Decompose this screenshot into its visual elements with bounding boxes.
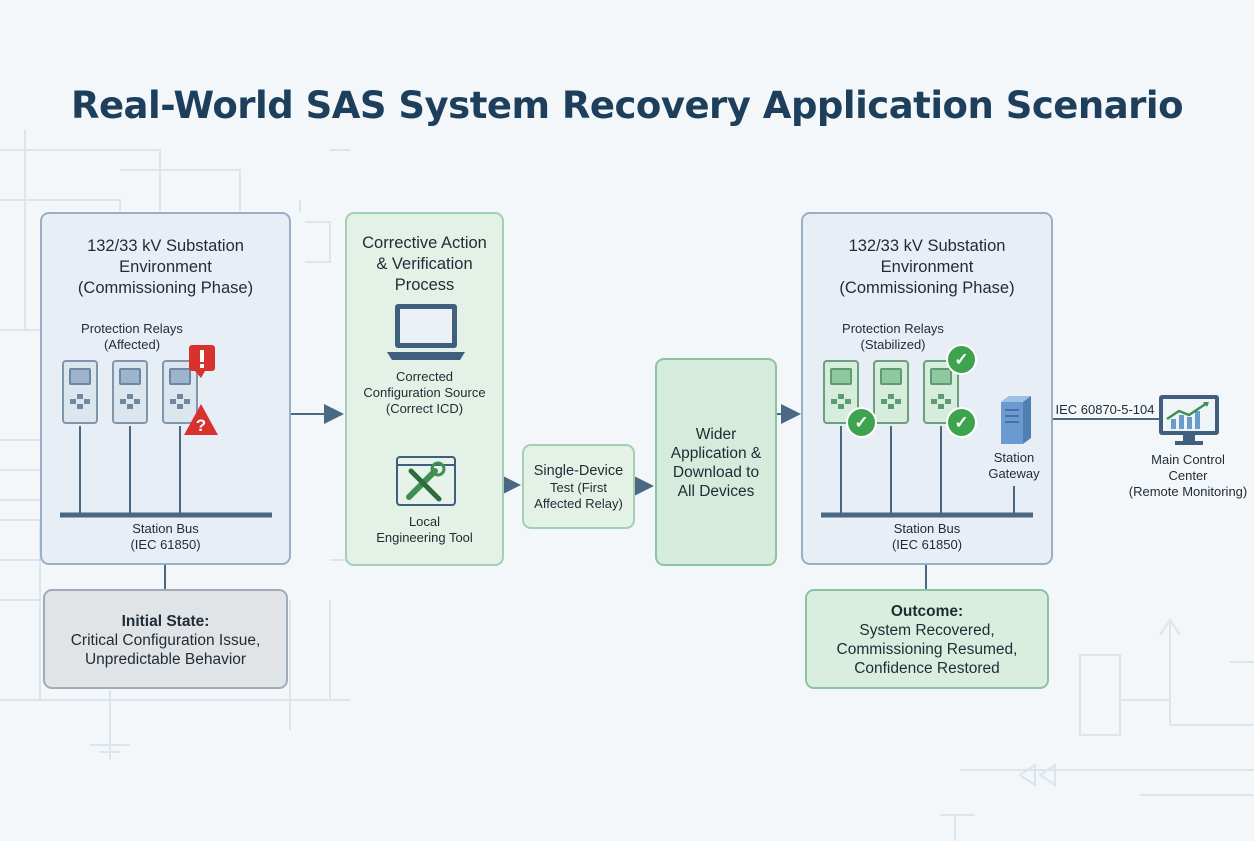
protocol-link-label: IEC 60870-5-104 <box>1055 402 1155 417</box>
outcome-heading: Outcome: <box>890 603 964 620</box>
station-bus-lines <box>821 426 1033 518</box>
right-heading-line: Environment <box>880 258 974 276</box>
source-label-line: (Correct ICD) <box>385 401 464 416</box>
wider-app-line: Wider <box>695 426 737 443</box>
control-center-line: Center <box>1168 468 1208 483</box>
corrective-heading-line: Process <box>394 276 455 294</box>
single-test-line: Single-Device <box>533 463 624 479</box>
control-center-line: (Remote Monitoring) <box>1128 484 1248 499</box>
relays-label-line: Protection Relays <box>81 321 183 336</box>
monitor-chart-icon <box>1159 395 1219 445</box>
left-bus-label: Station Bus (IEC 61850) <box>42 521 289 553</box>
bus-label-line: Station Bus <box>893 521 961 536</box>
right-substation-panel: 132/33 kV Substation Environment (Commis… <box>801 212 1053 565</box>
engineering-tool-icon <box>396 456 456 506</box>
left-heading-line: (Commissioning Phase) <box>77 279 254 297</box>
corrective-action-panel: Corrective Action & Verification Process… <box>345 212 504 566</box>
control-center-line: Main Control <box>1151 452 1225 467</box>
wider-application-box: Wider Application & Download to All Devi… <box>655 358 777 566</box>
left-panel-heading: 132/33 kV Substation Environment (Commis… <box>42 236 289 299</box>
station-bus-lines <box>60 426 272 518</box>
single-device-test-box: Single-Device Test (First Affected Relay… <box>522 444 635 529</box>
right-panel-heading: 132/33 kV Substation Environment (Commis… <box>803 236 1051 299</box>
tool-label-line: Engineering Tool <box>376 530 473 545</box>
source-label: Corrected Configuration Source (Correct … <box>347 369 502 417</box>
single-test-line: Test (First <box>549 480 608 495</box>
corrective-heading-line: Corrective Action <box>362 234 487 252</box>
left-substation-panel: 132/33 kV Substation Environment (Commis… <box>40 212 291 565</box>
initial-state-box: Initial State: Critical Configuration Is… <box>43 589 288 689</box>
initial-state-line: Critical Configuration Issue, <box>70 632 261 649</box>
right-heading-line: (Commissioning Phase) <box>839 279 1015 297</box>
outcome-line: Confidence Restored <box>854 660 1000 677</box>
diagram-canvas: Real-World SAS System Recovery Applicati… <box>0 0 1254 841</box>
left-heading-line: Environment <box>119 258 212 276</box>
bus-label-line: (IEC 61850) <box>130 537 201 552</box>
single-test-line: Affected Relay) <box>534 496 623 511</box>
laptop-icon <box>387 304 465 360</box>
outcome-text: Outcome: System Recovered, Commissioning… <box>807 602 1047 678</box>
initial-state-heading: Initial State: <box>121 613 210 630</box>
source-label-line: Configuration Source <box>363 385 486 400</box>
corrective-heading-line: & Verification <box>376 255 473 273</box>
left-heading-line: 132/33 kV Substation <box>87 237 244 255</box>
bus-label-line: Station Bus <box>132 521 199 536</box>
corrective-heading: Corrective Action & Verification Process <box>347 233 502 296</box>
outcome-box: Outcome: System Recovered, Commissioning… <box>805 589 1049 689</box>
control-center-label: Main Control Center (Remote Monitoring) <box>1120 452 1254 500</box>
wider-app-line: Download to <box>672 464 760 481</box>
right-bus-label: Station Bus (IEC 61850) <box>803 521 1051 553</box>
wider-app-line: Application & <box>670 445 762 462</box>
source-label-line: Corrected <box>395 369 454 384</box>
wider-app-text: Wider Application & Download to All Devi… <box>657 425 775 501</box>
initial-state-line: Unpredictable Behavior <box>84 651 247 668</box>
tool-label-line: Local <box>408 514 441 529</box>
bus-label-line: (IEC 61850) <box>891 537 963 552</box>
initial-state-text: Initial State: Critical Configuration Is… <box>45 612 286 669</box>
outcome-line: Commissioning Resumed, <box>836 641 1018 658</box>
tool-label: Local Engineering Tool <box>347 514 502 546</box>
relays-label-line: Protection Relays <box>842 321 944 336</box>
outcome-line: System Recovered, <box>859 622 995 639</box>
wider-app-line: All Devices <box>677 483 755 500</box>
single-test-text: Single-Device Test (First Affected Relay… <box>524 462 633 512</box>
right-heading-line: 132/33 kV Substation <box>848 237 1006 255</box>
